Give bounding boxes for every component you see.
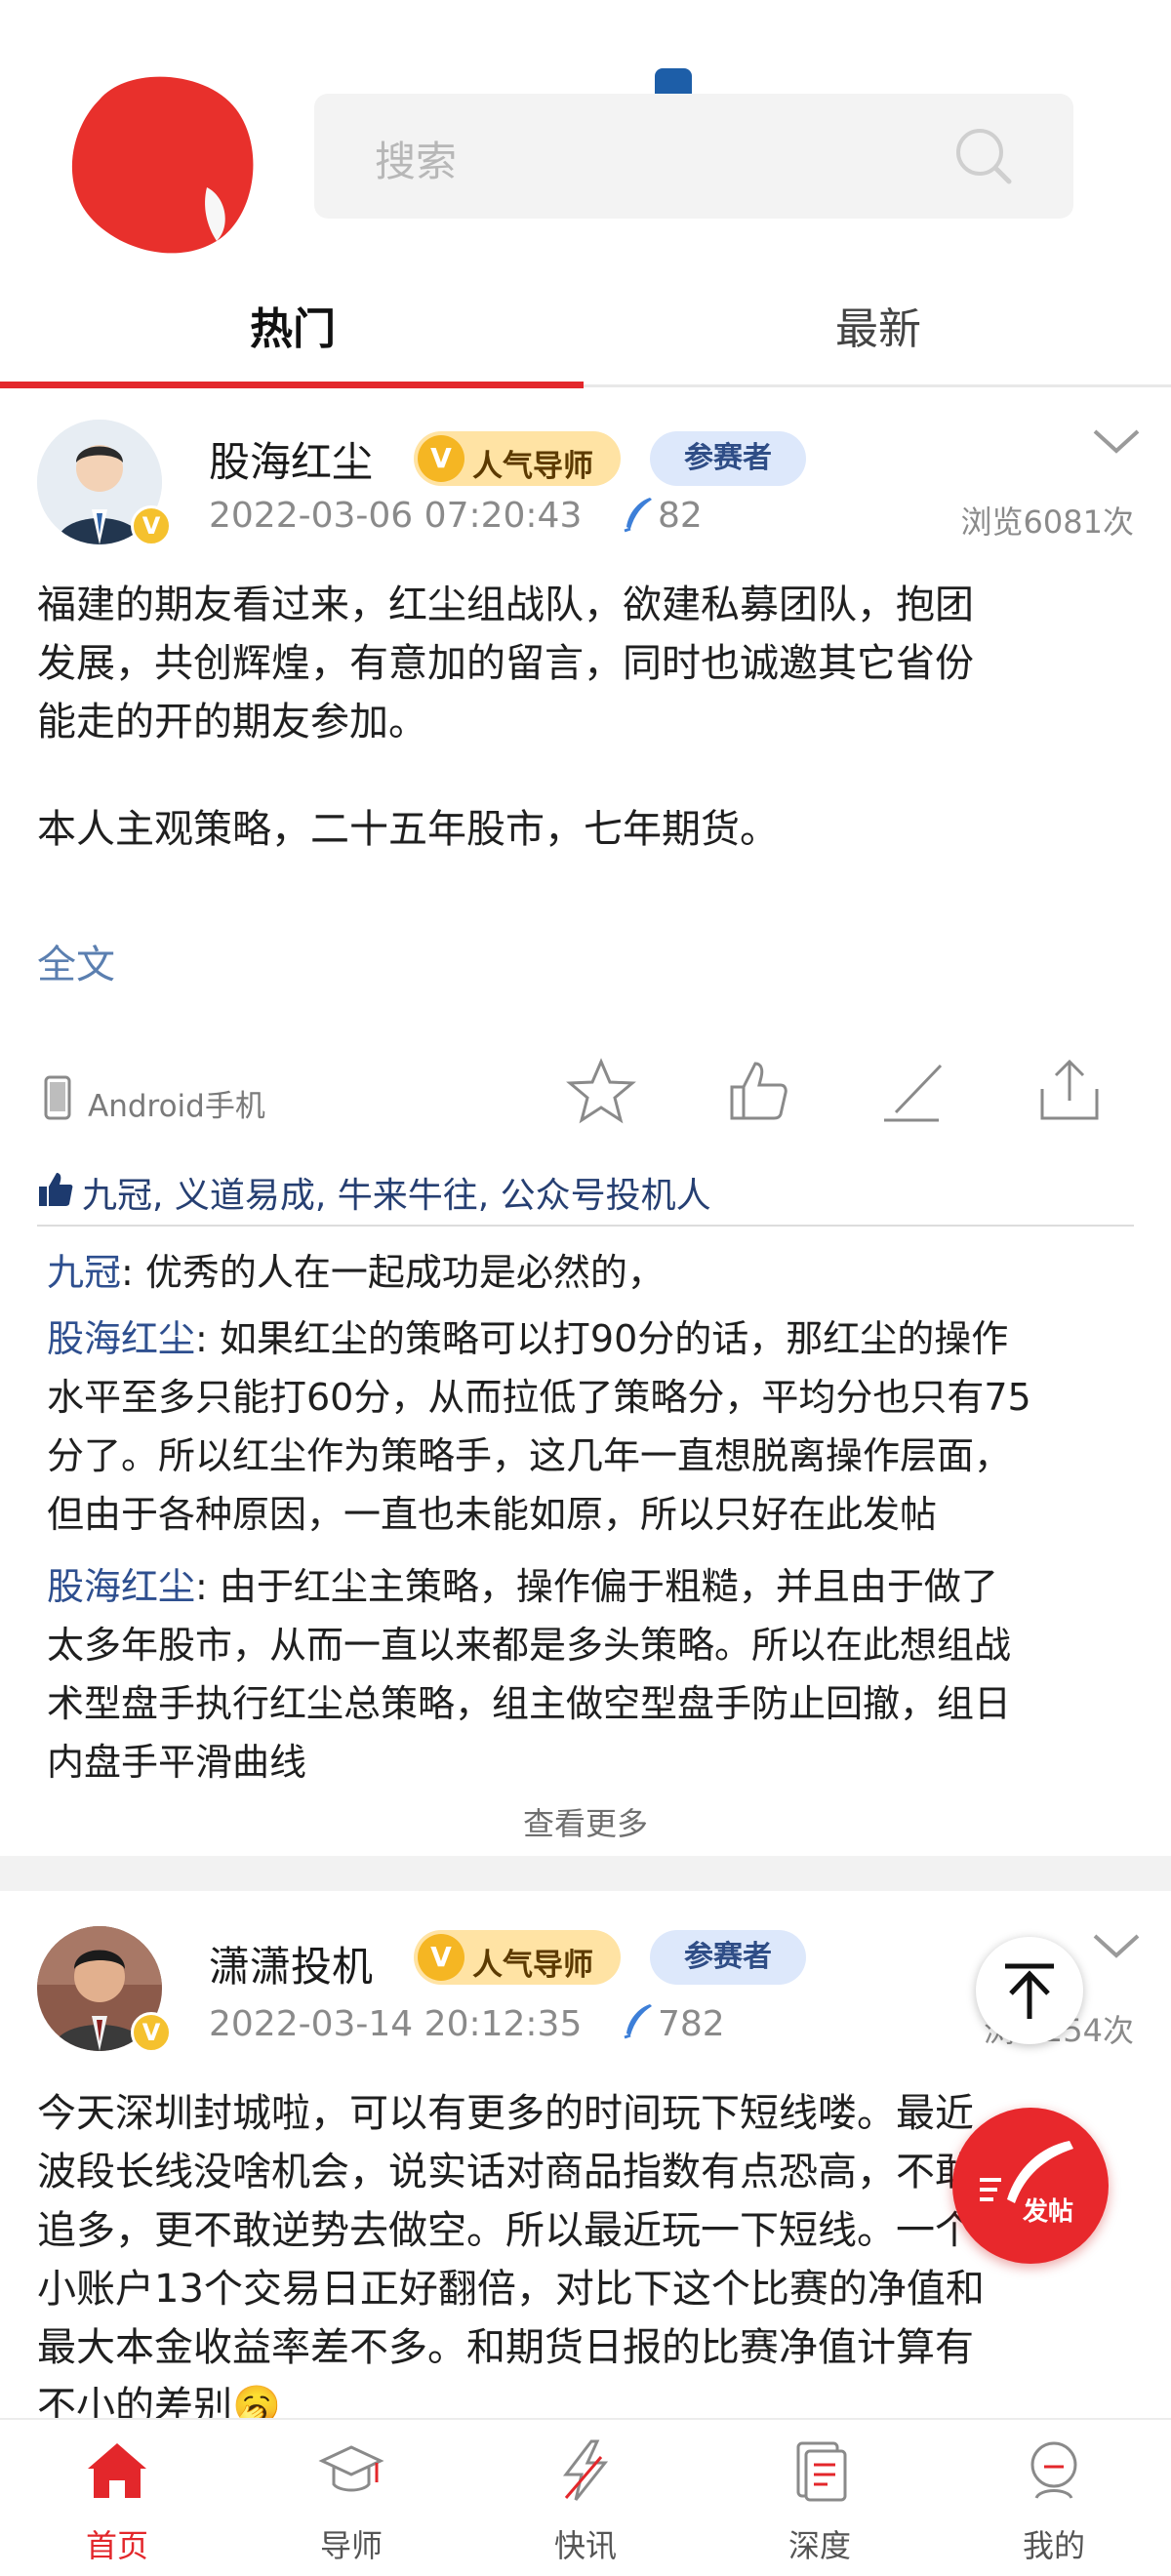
thumbs-up-icon[interactable] — [722, 1056, 792, 1126]
chevron-down-icon[interactable] — [1091, 1930, 1142, 1961]
author-name[interactable]: 股海红尘 — [209, 429, 373, 489]
author-name[interactable]: 潇潇投机 — [209, 1934, 373, 1993]
see-more-link[interactable]: 查看更多 — [0, 1799, 1171, 1844]
comment-text: 由于红尘主策略，操作偏于粗糙，并且由于做了 — [219, 1565, 998, 1608]
post-timestamp: 2022-03-06 07:20:43 — [209, 496, 583, 536]
comment-text: 分了。所以红尘作为策略手，这几年一直想脱离操作层面， — [47, 1434, 1012, 1477]
share-icon[interactable] — [1034, 1056, 1105, 1126]
phone-icon — [44, 1075, 71, 1120]
create-post-label: 发帖 — [1023, 2197, 1074, 2227]
nav-home-label: 首页 — [85, 2527, 148, 2564]
post-line: 小账户13个交易日正好翻倍，对比下这个比赛的净值和 — [37, 2267, 985, 2312]
chevron-down-icon[interactable] — [1091, 425, 1142, 457]
bottom-navigation: 首页 导师 快讯 深度 我的 — [0, 2418, 1171, 2576]
comment-text: 水平至多只能打60分，从而拉低了策略分，平均分也只有75 — [47, 1376, 1031, 1419]
quill-white-icon — [980, 2141, 1073, 2203]
pen-count: 782 — [658, 2004, 725, 2044]
tag-mentor-label: 人气导师 — [472, 1948, 593, 1983]
comment-text: 太多年股市，从而一直以来都是多头策略。所以在此想组战 — [47, 1624, 1012, 1667]
profile-icon — [1030, 2441, 1077, 2499]
mentor-v-icon: V — [418, 435, 464, 482]
verified-badge: V — [131, 505, 172, 546]
comment[interactable]: 股海红尘: 如果红尘的策略可以打90分的话，那红尘的操作 水平至多只能打60分，… — [47, 1309, 1140, 1544]
likes-row: 九冠, 义道易成, 牛来牛往, 公众号投机人 — [37, 1161, 1134, 1220]
nav-home[interactable]: 首页 — [0, 2420, 234, 2576]
comment-text: 但由于各种原因，一直也未能如原，所以只好在此发帖 — [47, 1493, 938, 1536]
comment[interactable]: 九冠: 优秀的人在一起成功是必然的， — [47, 1243, 1140, 1302]
tag-mentor-label: 人气导师 — [472, 449, 593, 484]
quill-icon — [624, 498, 652, 533]
nav-mentor-label: 导师 — [319, 2527, 383, 2564]
comment-author[interactable]: 股海红尘 — [47, 1565, 195, 1608]
post-line: 本人主观策略，二十五年股市，七年期货。 — [37, 807, 779, 852]
nav-flash[interactable]: 快讯 — [468, 2420, 703, 2576]
comment-text: 优秀的人在一起成功是必然的， — [144, 1251, 665, 1294]
tab-latest[interactable]: 最新 — [835, 294, 921, 356]
comment-author[interactable]: 九冠 — [47, 1251, 121, 1294]
tag-popular-mentor: V 人气导师 — [414, 1930, 621, 1985]
post-line: 最大本金收益率差不多。和期货日报的比赛净值计算有 — [37, 2325, 974, 2370]
nav-mentor[interactable]: 导师 — [234, 2420, 468, 2576]
comment[interactable]: 股海红尘: 由于红尘主策略，操作偏于粗糙，并且由于做了 太多年股市，从而一直以来… — [47, 1557, 1140, 1791]
mentor-v-icon: V — [418, 1934, 464, 1981]
search-placeholder: 搜索 — [375, 138, 458, 185]
tag-participant: 参赛者 — [650, 1930, 806, 1985]
tab-divider — [584, 384, 1171, 387]
tab-bar: 热门 最新 — [0, 278, 1171, 390]
mortarboard-icon — [318, 2445, 384, 2492]
nav-mine[interactable]: 我的 — [937, 2420, 1171, 2576]
comment-text: 如果红尘的策略可以打90分的话，那红尘的操作 — [219, 1317, 1009, 1360]
post-separator — [0, 1856, 1171, 1891]
comment-text: 术型盘手执行红尘总策略，组主做空型盘手防止回撤，组日 — [47, 1682, 1012, 1725]
home-icon — [88, 2443, 146, 2498]
liked-by-list[interactable]: 九冠, 义道易成, 牛来牛往, 公众号投机人 — [82, 1167, 711, 1218]
header: 搜索 热门 最新 — [0, 0, 1171, 390]
nav-depth[interactable]: 深度 — [703, 2420, 937, 2576]
thumbs-up-filled-icon — [39, 1173, 73, 1206]
comment-pen-icon[interactable] — [878, 1056, 949, 1126]
post-line: 能走的开的期友参加。 — [37, 700, 427, 745]
comment-separator: : — [195, 1317, 220, 1360]
lightning-icon — [562, 2439, 609, 2501]
nav-depth-label: 深度 — [787, 2527, 851, 2564]
create-post-button[interactable]: 发帖 — [952, 2108, 1109, 2264]
post-timestamp: 2022-03-14 20:12:35 — [209, 2004, 583, 2044]
user-avatar-icon[interactable] — [61, 70, 261, 256]
divider — [37, 1225, 1134, 1227]
post-line: 发展，共创辉煌，有意加的留言，同时也诚邀其它省份 — [37, 641, 974, 686]
comment-author[interactable]: 股海红尘 — [47, 1317, 195, 1360]
back-to-top-button[interactable] — [976, 1937, 1083, 2044]
device-label: Android手机 — [88, 1089, 265, 1124]
tab-hot[interactable]: 热门 — [250, 294, 336, 356]
quill-icon — [624, 2004, 652, 2039]
search-input[interactable]: 搜索 — [314, 94, 1073, 219]
arrow-up-icon — [1005, 1963, 1054, 2019]
star-icon[interactable] — [566, 1056, 636, 1126]
tag-popular-mentor: V 人气导师 — [414, 431, 621, 486]
post-content: 福建的期友看过来，红尘组战队，欲建私募团队，抱团 发展，共创辉煌，有意加的留言，… — [37, 576, 1134, 859]
nav-mine-label: 我的 — [1022, 2527, 1085, 2564]
view-count: 浏览6081次 — [960, 503, 1134, 541]
tag-participant: 参赛者 — [650, 431, 806, 486]
post-card[interactable]: V 股海红尘 V 人气导师 参赛者 2022-03-06 07:20:43 82… — [0, 390, 1171, 1854]
comment-separator: : — [195, 1565, 220, 1608]
search-icon[interactable] — [952, 125, 1015, 187]
post-line: 福建的期友看过来，红尘组战队，欲建私募团队，抱团 — [37, 583, 974, 627]
verified-badge: V — [131, 2012, 172, 2053]
document-icon — [796, 2441, 847, 2502]
comment-text: 内盘手平滑曲线 — [47, 1741, 307, 1784]
nav-flash-label: 快讯 — [553, 2527, 617, 2564]
tab-active-indicator — [0, 382, 584, 388]
full-text-link[interactable]: 全文 — [37, 933, 115, 989]
comment-separator: : — [121, 1251, 145, 1294]
pen-count: 82 — [658, 496, 703, 536]
